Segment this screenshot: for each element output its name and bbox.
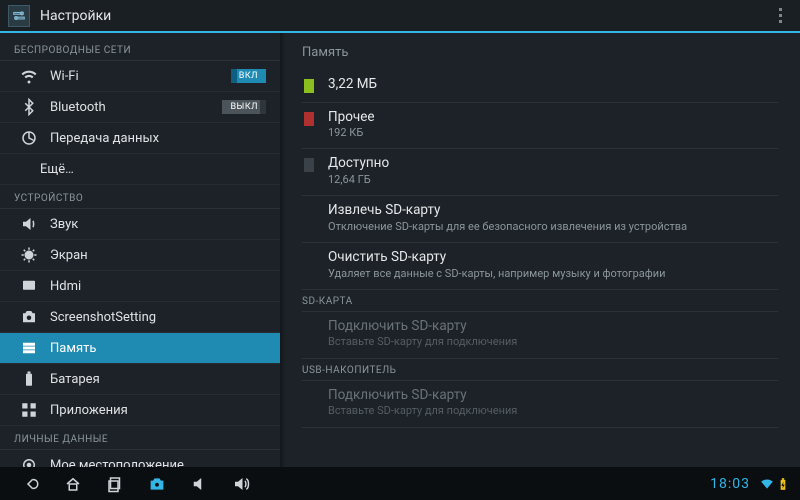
bluetooth-toggle[interactable]: ВЫКЛ bbox=[222, 100, 266, 114]
sidebar-item-display[interactable]: Экран bbox=[0, 240, 280, 271]
location-icon bbox=[20, 456, 38, 467]
sidebar-item-label: Батарея bbox=[50, 372, 266, 387]
sidebar: БЕСПРОВОДНЫЕ СЕТИ Wi-Fi ВКЛ Bluetooth ВЫ… bbox=[0, 33, 280, 467]
sidebar-item-label: ScreenshotSetting bbox=[50, 310, 266, 325]
storage-label: Извлечь SD-карту bbox=[328, 202, 778, 220]
sidebar-item-label: Передача данных bbox=[50, 131, 266, 146]
system-navbar: 18:03 bbox=[0, 467, 800, 500]
sidebar-item-battery[interactable]: Батарея bbox=[0, 364, 280, 395]
wifi-status-icon bbox=[760, 477, 774, 491]
sidebar-item-hdmi[interactable]: Hdmi bbox=[0, 271, 280, 302]
sidebar-item-label: Звук bbox=[50, 217, 266, 232]
sidebar-item-label: Wi-Fi bbox=[50, 69, 231, 84]
sidebar-item-location[interactable]: Мое местоположение bbox=[0, 450, 280, 467]
back-button[interactable] bbox=[10, 467, 52, 500]
storage-label: Очистить SD-карту bbox=[328, 249, 778, 267]
color-swatch bbox=[304, 112, 314, 126]
sidebar-item-wifi[interactable]: Wi-Fi ВКЛ bbox=[0, 61, 280, 92]
category-personal: ЛИЧНЫЕ ДАННЫЕ bbox=[0, 426, 280, 450]
storage-item-mount-sd: Подключить SD-карту Вставьте SD-карту дл… bbox=[302, 312, 778, 359]
sidebar-item-label: Bluetooth bbox=[50, 100, 222, 115]
sidebar-item-sound[interactable]: Звук bbox=[0, 209, 280, 240]
overflow-menu-button[interactable] bbox=[768, 8, 792, 23]
storage-icon bbox=[20, 339, 38, 357]
sidebar-item-more[interactable]: Ещё… bbox=[0, 154, 280, 185]
sidebar-item-label: Память bbox=[50, 341, 266, 356]
sidebar-item-label: Мое местоположение bbox=[50, 458, 266, 468]
content: БЕСПРОВОДНЫЕ СЕТИ Wi-Fi ВКЛ Bluetooth ВЫ… bbox=[0, 33, 800, 467]
settings-icon bbox=[8, 5, 30, 27]
sidebar-item-label: Приложения bbox=[50, 403, 266, 418]
sidebar-item-data-usage[interactable]: Передача данных bbox=[0, 123, 280, 154]
sidebar-item-storage[interactable]: Память bbox=[0, 333, 280, 364]
storage-label: Прочее bbox=[328, 109, 778, 127]
wifi-icon bbox=[20, 67, 38, 85]
home-button[interactable] bbox=[52, 467, 94, 500]
storage-value: 3,22 МБ bbox=[328, 76, 778, 94]
storage-label: Подключить SD-карту bbox=[328, 387, 778, 405]
bluetooth-icon bbox=[20, 98, 38, 116]
storage-item-other[interactable]: Прочее 192 КБ bbox=[302, 103, 778, 150]
volume-up-button[interactable] bbox=[220, 467, 262, 500]
sidebar-item-bluetooth[interactable]: Bluetooth ВЫКЛ bbox=[0, 92, 280, 123]
storage-sub: Удаляет все данные с SD-карты, например … bbox=[328, 267, 778, 281]
category-wireless: БЕСПРОВОДНЫЕ СЕТИ bbox=[0, 37, 280, 61]
storage-item-erase[interactable]: Очистить SD-карту Удаляет все данные с S… bbox=[302, 243, 778, 290]
apps-icon bbox=[20, 401, 38, 419]
storage-item-mount-usb: Подключить SD-карту Вставьте SD-карту дл… bbox=[302, 381, 778, 428]
storage-sub: Вставьте SD-карту для подключения bbox=[328, 404, 778, 418]
storage-label: Подключить SD-карту bbox=[328, 318, 778, 336]
action-bar: Настройки bbox=[0, 0, 800, 33]
sidebar-item-label: Ещё… bbox=[40, 162, 266, 177]
screenshot-button[interactable] bbox=[136, 467, 178, 500]
battery-icon bbox=[20, 370, 38, 388]
status-clock[interactable]: 18:03 bbox=[710, 476, 750, 492]
screen: Настройки БЕСПРОВОДНЫЕ СЕТИ Wi-Fi ВКЛ Bl… bbox=[0, 0, 800, 500]
storage-value: 12,64 ГБ bbox=[328, 173, 778, 187]
section-usb: USB-НАКОПИТЕЛЬ bbox=[302, 359, 778, 381]
wifi-toggle[interactable]: ВКЛ bbox=[231, 69, 266, 83]
hdmi-icon bbox=[20, 277, 38, 295]
color-swatch bbox=[304, 158, 314, 172]
detail-pane: Память 3,22 МБ Прочее 192 КБ Доступно 12 bbox=[280, 33, 800, 467]
sound-icon bbox=[20, 215, 38, 233]
sidebar-item-screenshot[interactable]: ScreenshotSetting bbox=[0, 302, 280, 333]
detail-title: Память bbox=[302, 39, 778, 70]
battery-status-icon bbox=[776, 477, 790, 491]
color-swatch bbox=[304, 79, 314, 93]
category-device: УСТРОЙСТВО bbox=[0, 185, 280, 209]
storage-item-unmount[interactable]: Извлечь SD-карту Отключение SD-карты для… bbox=[302, 196, 778, 243]
camera-icon bbox=[20, 308, 38, 326]
section-sdcard: SD-КАРТА bbox=[302, 290, 778, 312]
volume-down-button[interactable] bbox=[178, 467, 220, 500]
storage-item-used[interactable]: 3,22 МБ bbox=[302, 70, 778, 103]
page-title: Настройки bbox=[40, 8, 768, 24]
recents-button[interactable] bbox=[94, 467, 136, 500]
sidebar-item-label: Экран bbox=[50, 248, 266, 263]
storage-label: Доступно bbox=[328, 155, 778, 173]
data-usage-icon bbox=[20, 129, 38, 147]
storage-sub: Вставьте SD-карту для подключения bbox=[328, 335, 778, 349]
storage-item-available[interactable]: Доступно 12,64 ГБ bbox=[302, 149, 778, 196]
storage-sub: Отключение SD-карты для ее безопасного и… bbox=[328, 220, 778, 234]
sidebar-item-apps[interactable]: Приложения bbox=[0, 395, 280, 426]
display-icon bbox=[20, 246, 38, 264]
storage-value: 192 КБ bbox=[328, 126, 778, 140]
sidebar-item-label: Hdmi bbox=[50, 279, 266, 294]
